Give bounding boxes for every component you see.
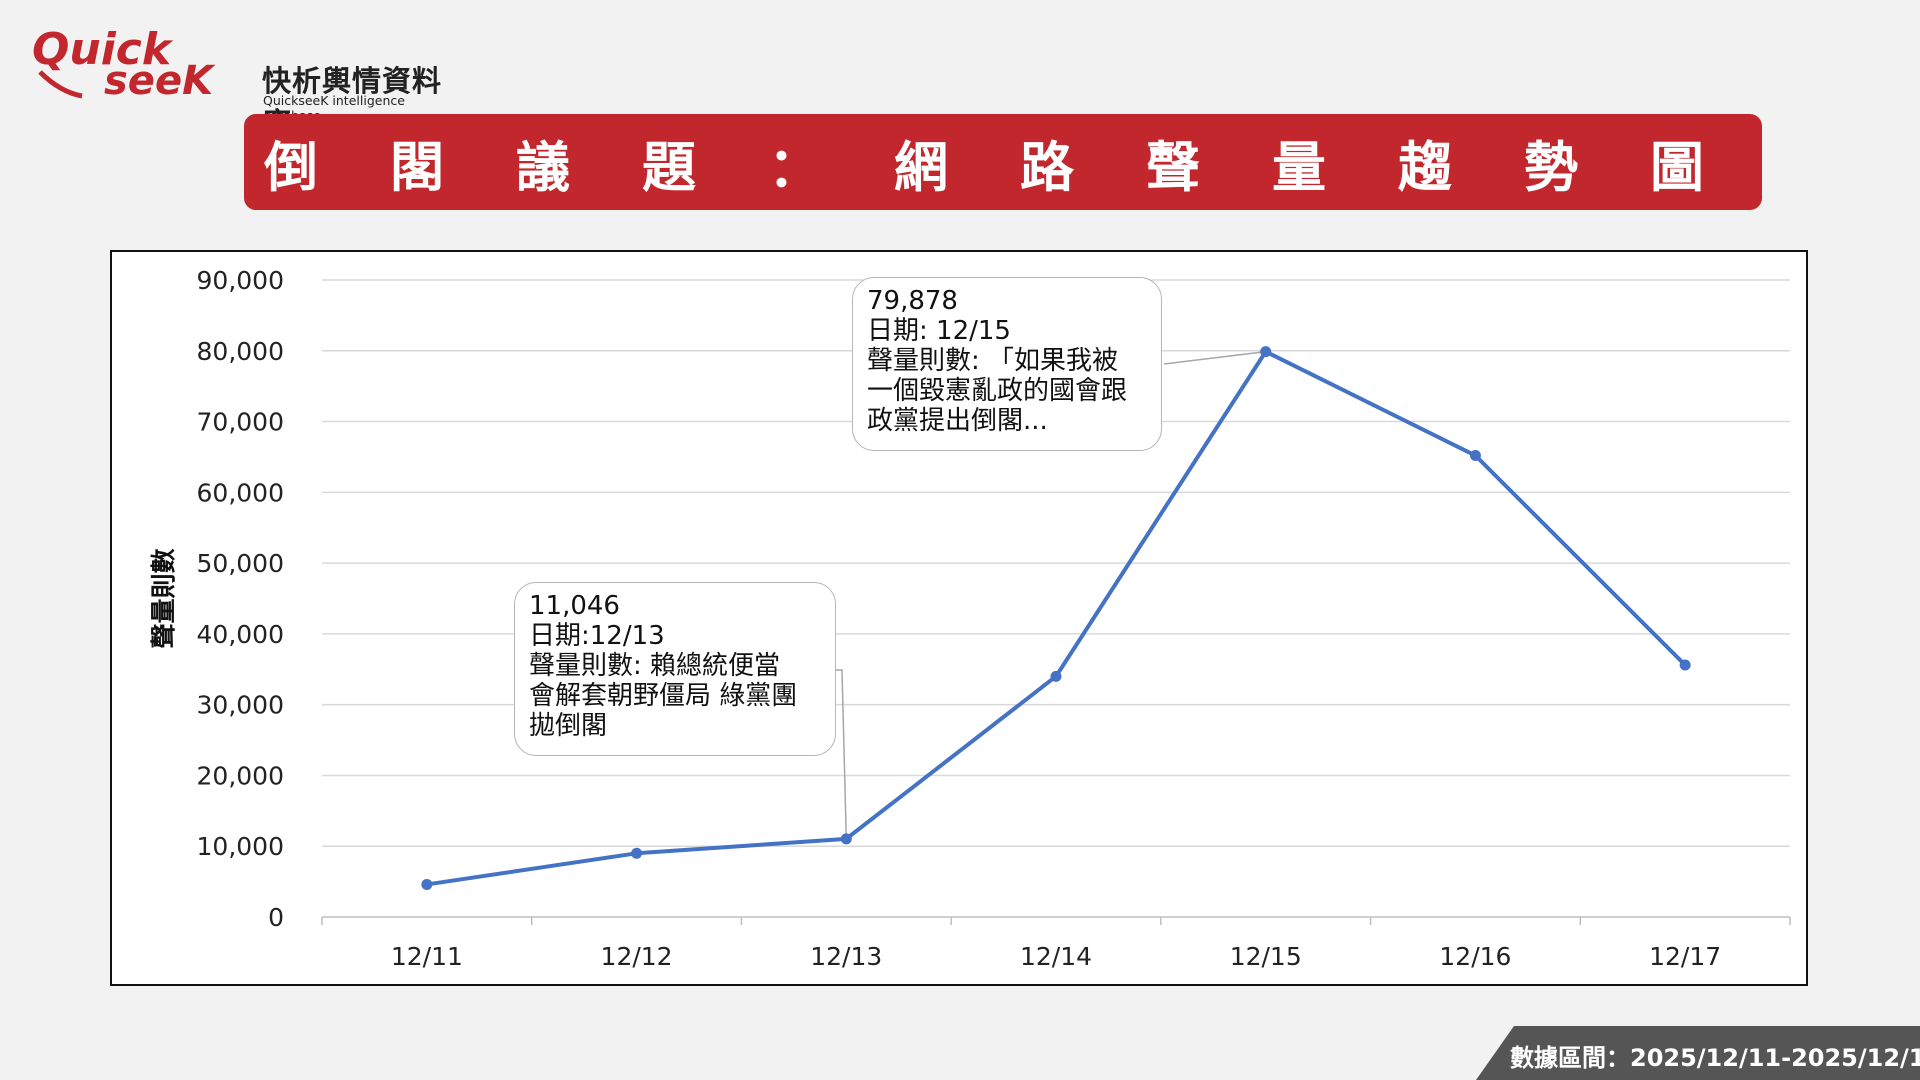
title-banner: 倒閣議題：網路聲量趨勢圖 bbox=[244, 114, 1762, 210]
data-range-text: 數據區間：2025/12/11-2025/12/17 bbox=[1510, 1044, 1920, 1072]
y-tick-label: 50,000 bbox=[197, 549, 284, 578]
data-point bbox=[840, 833, 852, 845]
y-tick-label: 90,000 bbox=[197, 266, 284, 295]
y-tick-label: 70,000 bbox=[197, 408, 284, 437]
data-point bbox=[1469, 450, 1481, 462]
annotation-line: 拋倒閣 bbox=[529, 711, 608, 741]
data-point bbox=[1260, 346, 1272, 358]
y-tick-label: 10,000 bbox=[197, 832, 284, 861]
y-tick-label: 80,000 bbox=[197, 337, 284, 366]
y-tick-label: 20,000 bbox=[197, 761, 284, 790]
annotation-leader bbox=[1163, 350, 1266, 365]
x-tick-label: 12/14 bbox=[1020, 942, 1092, 971]
quickseek-logo: Quick seeK bbox=[32, 24, 216, 102]
logo-text-seek: seeK bbox=[104, 58, 216, 102]
annotation-line: 日期: 12/15 bbox=[867, 316, 1011, 346]
x-tick-label: 12/17 bbox=[1649, 942, 1721, 971]
brand: Quick seeK 快析輿情資料庫 QuickseeK intelligenc… bbox=[30, 22, 450, 140]
annotation-line: 會解套朝野僵局 綠黨團 bbox=[529, 681, 798, 711]
y-tick-label: 30,000 bbox=[197, 691, 284, 720]
y-axis-label: 聲量則數 bbox=[149, 548, 178, 648]
footer-banner: 數據區間：2025/12/11-2025/12/17 bbox=[1476, 1026, 1920, 1080]
y-tick-label: 60,000 bbox=[197, 478, 284, 507]
y-tick-label: 40,000 bbox=[197, 620, 284, 649]
annotation-line: 79,878 bbox=[867, 286, 958, 316]
chart-frame: 0 10,000 20,000 30,000 40,000 50,000 60,000 70,… bbox=[110, 250, 1808, 986]
y-tick-label: 0 bbox=[268, 903, 284, 932]
annotation-leader bbox=[836, 669, 848, 839]
annotation-line: 政黨提出倒閣... bbox=[867, 406, 1048, 436]
data-point bbox=[1050, 670, 1062, 682]
annotation-line: 11,046 bbox=[529, 591, 620, 621]
x-tick-label: 12/16 bbox=[1439, 942, 1511, 971]
data-point bbox=[1679, 659, 1691, 671]
x-tick-label: 12/12 bbox=[601, 942, 673, 971]
x-tick-label: 12/13 bbox=[810, 942, 882, 971]
annotation-line: 一個毀憲亂政的國會跟 bbox=[867, 376, 1128, 406]
x-tick-label: 12/15 bbox=[1230, 942, 1302, 971]
annotation-peak: 79,878 日期: 12/15 聲量則數: 「如果我被 一個毀憲亂政的國會跟 … bbox=[852, 277, 1162, 451]
data-point bbox=[421, 878, 433, 890]
annotation-line: 聲量則數: 「如果我被 bbox=[867, 346, 1119, 376]
page-title: 倒閣議題：網路聲量趨勢圖 bbox=[264, 135, 1776, 199]
annotation-line: 日期:12/13 bbox=[529, 621, 665, 651]
data-point bbox=[631, 847, 643, 859]
annotation-line: 聲量則數: 賴總統便當 bbox=[529, 651, 781, 681]
annotation-1213: 11,046 日期:12/13 聲量則數: 賴總統便當 會解套朝野僵局 綠黨團 … bbox=[514, 582, 836, 756]
x-tick-label: 12/11 bbox=[391, 942, 463, 971]
